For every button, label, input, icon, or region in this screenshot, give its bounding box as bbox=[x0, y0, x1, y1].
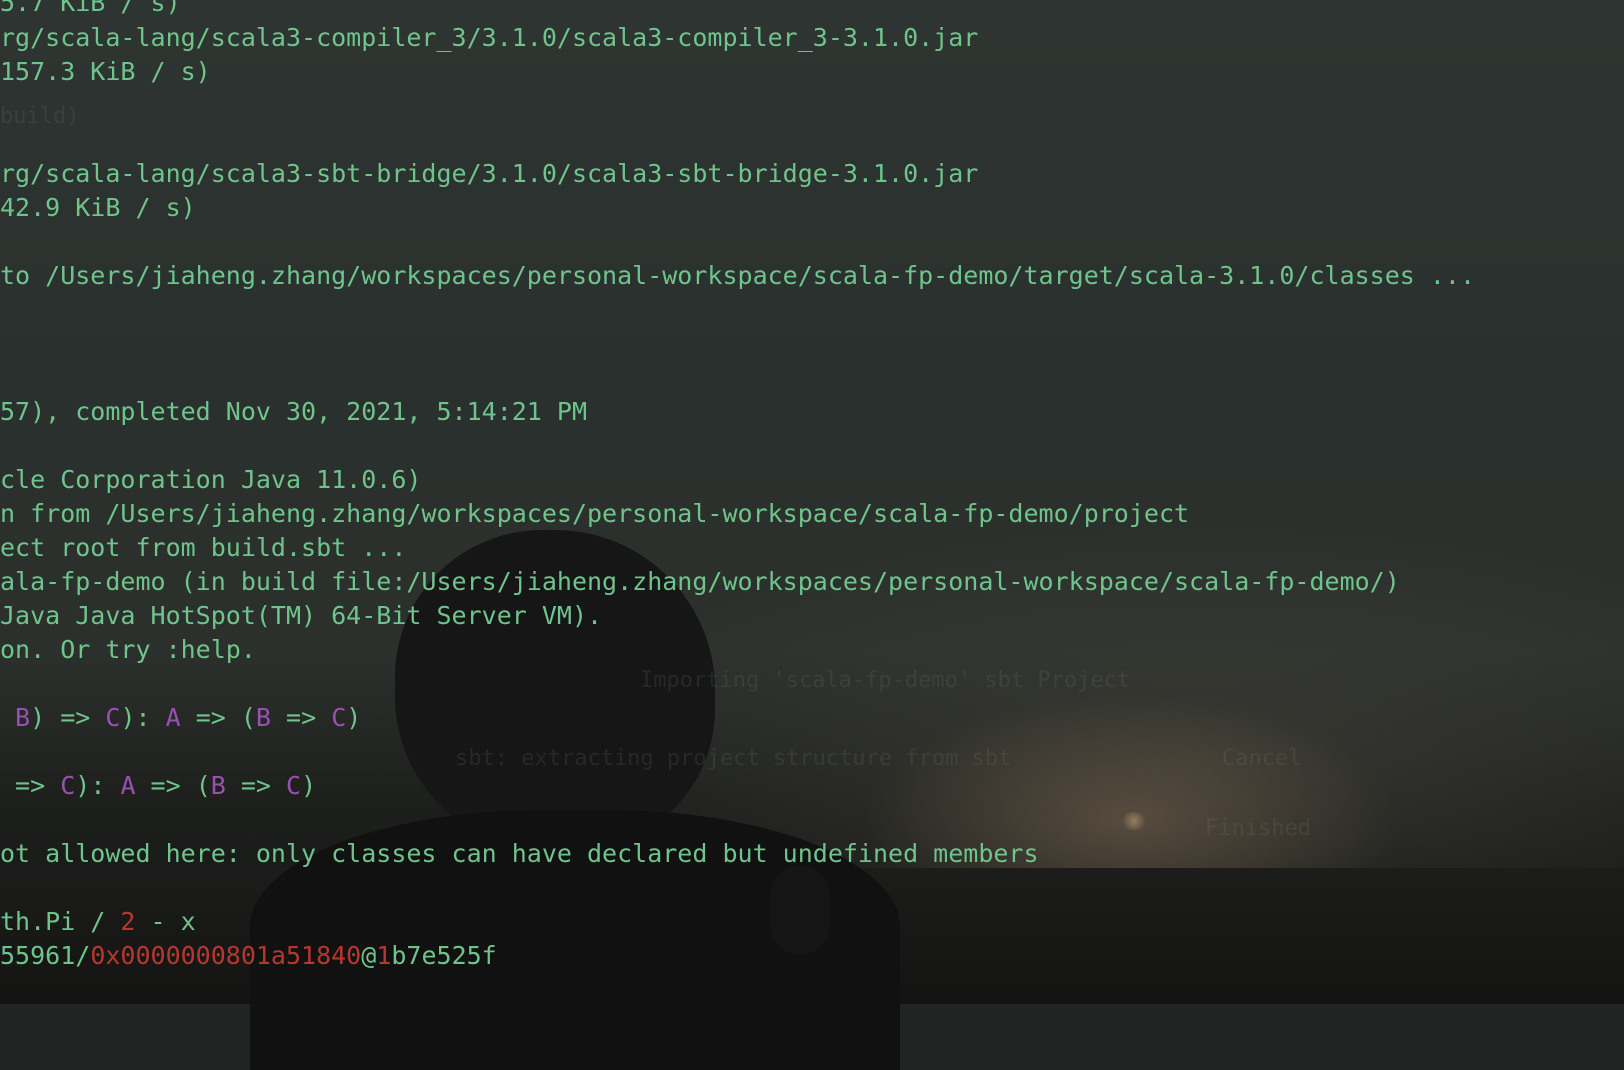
expression-line: th.Pi / 2 - x bbox=[0, 907, 196, 936]
ghost-text: Cancel bbox=[1222, 746, 1302, 771]
terminal-line: n from /Users/jiaheng.zhang/workspaces/p… bbox=[0, 499, 1190, 528]
terminal-line: 5.7 KiB / s) bbox=[0, 0, 181, 17]
type-signature-line: => C): A => (B => C) bbox=[0, 771, 317, 800]
terminal-line: Java Java HotSpot(TM) 64-Bit Server VM). bbox=[0, 601, 603, 630]
type-signature-line: B) => C): A => (B => C) bbox=[0, 703, 362, 732]
terminal-line: 57), completed Nov 30, 2021, 5:14:21 PM bbox=[0, 397, 587, 426]
ghost-text: build) bbox=[0, 104, 80, 129]
terminal-line: on. Or try :help. bbox=[0, 635, 256, 664]
terminal-line: ect root from build.sbt ... bbox=[0, 533, 407, 562]
ghost-text: Importing 'scala-fp-demo' sbt Project bbox=[640, 668, 1131, 693]
terminal-line: ala-fp-demo (in build file:/Users/jiahen… bbox=[0, 567, 1400, 596]
terminal-line: rg/scala-lang/scala3-compiler_3/3.1.0/sc… bbox=[0, 23, 979, 52]
terminal-line: 42.9 KiB / s) bbox=[0, 193, 196, 222]
ghost-text: Finished bbox=[1205, 816, 1311, 841]
terminal-line: rg/scala-lang/scala3-sbt-bridge/3.1.0/sc… bbox=[0, 159, 979, 188]
object-ref-line: 55961/0x0000000801a51840@1b7e525f bbox=[0, 941, 497, 970]
terminal-output[interactable]: build) Importing 'scala-fp-demo' sbt Pro… bbox=[0, 0, 1624, 1004]
terminal-line: ot allowed here: only classes can have d… bbox=[0, 839, 1039, 868]
ghost-text: sbt: extracting project structure from s… bbox=[455, 746, 1012, 771]
terminal-line: to /Users/jiaheng.zhang/workspaces/perso… bbox=[0, 261, 1476, 290]
terminal-line: 157.3 KiB / s) bbox=[0, 57, 211, 86]
terminal-line: cle Corporation Java 11.0.6) bbox=[0, 465, 422, 494]
